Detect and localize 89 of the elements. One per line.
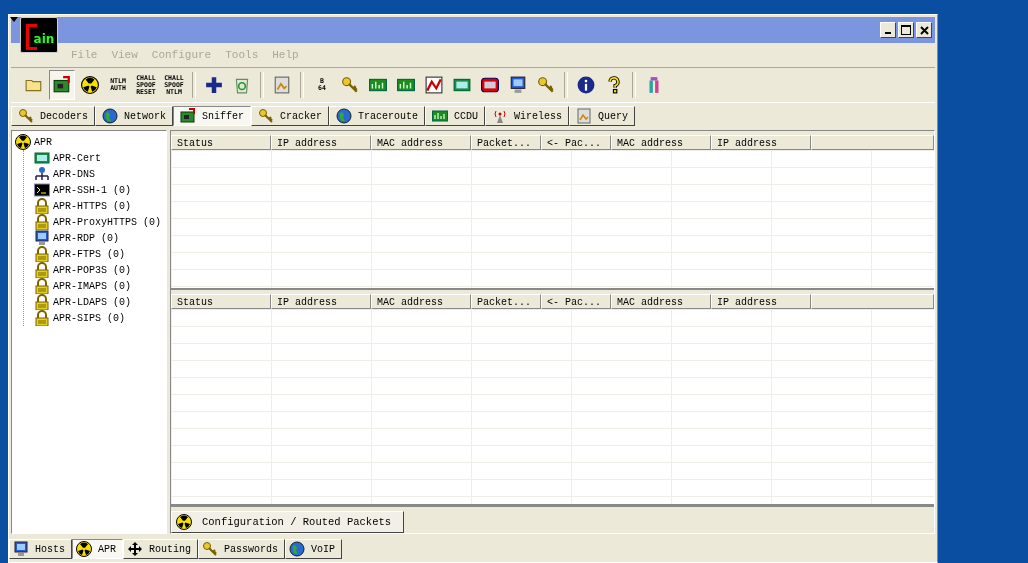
column-header[interactable]: <- Pac... — [541, 135, 611, 150]
meter-icon — [432, 108, 449, 124]
question-icon — [605, 76, 623, 94]
radiation-icon — [15, 134, 31, 150]
app-logo: ain — [20, 17, 58, 53]
radiation-icon — [81, 76, 99, 94]
toolbar-button[interactable] — [49, 70, 75, 100]
tree-item[interactable]: APR-IMAPS (0) — [53, 280, 131, 292]
tab[interactable]: Wireless — [485, 106, 570, 126]
move-arrows-icon — [127, 541, 144, 557]
chart-icon — [425, 76, 443, 94]
tab[interactable]: Sniffer — [173, 106, 252, 126]
maximize-button[interactable] — [898, 22, 914, 38]
key-icon — [258, 108, 275, 124]
column-header[interactable]: IP address — [271, 294, 371, 309]
tab[interactable]: CCDU — [425, 106, 486, 126]
radiation-icon — [76, 541, 92, 557]
radiation-icon — [176, 514, 192, 530]
maximize-icon — [901, 25, 911, 35]
column-header[interactable]: <- Pac... — [541, 294, 611, 309]
column-header[interactable]: Status — [171, 294, 271, 309]
tree-item[interactable]: APR-FTPS (0) — [53, 248, 125, 260]
tree-item[interactable]: APR-DNS — [53, 168, 95, 180]
screen-icon — [481, 76, 499, 94]
tree-item[interactable]: APR-LDAPS (0) — [53, 296, 131, 308]
column-header[interactable]: MAC address — [371, 135, 471, 150]
tree-item[interactable]: APR-POP3S (0) — [53, 264, 131, 276]
lock-icon — [34, 198, 50, 214]
tree-item[interactable]: APR-RDP (0) — [53, 232, 119, 244]
column-header[interactable]: IP address — [711, 135, 811, 150]
card-icon — [34, 150, 50, 166]
globe-icon — [336, 108, 353, 124]
lock-icon — [34, 278, 50, 294]
close-icon — [919, 25, 929, 35]
column-header[interactable]: Status — [171, 135, 271, 150]
column-header[interactable]: IP address — [711, 294, 811, 309]
column-header[interactable]: IP address — [271, 135, 371, 150]
card-icon — [453, 76, 471, 94]
lock-icon — [34, 310, 50, 326]
document-icon — [576, 108, 593, 124]
tree-item[interactable]: APR-HTTPS (0) — [53, 200, 131, 212]
circuit-board-icon — [53, 76, 71, 94]
info-icon — [577, 76, 595, 94]
column-header[interactable]: MAC address — [611, 135, 711, 150]
column-header[interactable]: Packet... — [471, 135, 541, 150]
tab[interactable]: Configuration / Routed Packets — [171, 511, 405, 533]
column-header[interactable]: MAC address — [611, 294, 711, 309]
lock-icon — [34, 294, 50, 310]
lock-icon — [34, 246, 50, 262]
tab[interactable]: Passwords — [198, 539, 286, 559]
antenna-icon — [492, 108, 509, 124]
column-header[interactable]: Packet... — [471, 294, 541, 309]
tree-item[interactable]: APR-SSH-1 (0) — [53, 184, 131, 196]
tab[interactable]: Decoders — [11, 106, 95, 126]
key-icon — [202, 541, 219, 557]
globe-icon — [102, 108, 118, 124]
tab[interactable]: APR — [72, 539, 124, 559]
meter-icon — [369, 76, 387, 94]
tab[interactable]: Traceroute — [329, 106, 426, 126]
circuit-board-icon — [180, 108, 197, 124]
monitor-icon — [509, 76, 527, 94]
tab[interactable]: Cracker — [251, 106, 330, 126]
plus-icon — [205, 76, 223, 94]
tab[interactable]: Network — [95, 106, 174, 126]
tab[interactable]: Query — [569, 106, 636, 126]
minimize-button[interactable] — [880, 22, 896, 38]
key-icon — [537, 76, 555, 94]
recycle-bin-icon — [233, 76, 251, 94]
monitor-icon — [13, 541, 29, 557]
terminal-icon — [34, 182, 50, 198]
globe-icon — [289, 541, 306, 557]
tree-item[interactable]: APR-Cert — [53, 152, 101, 164]
meter-icon — [397, 76, 415, 94]
tree-item[interactable]: APR — [34, 136, 52, 148]
lock-icon — [34, 214, 50, 230]
tab[interactable]: Hosts — [9, 539, 72, 559]
key-icon — [18, 108, 34, 124]
lock-icon — [34, 262, 50, 278]
document-icon — [273, 76, 291, 94]
tab[interactable]: VoIP — [285, 539, 343, 559]
close-button[interactable] — [916, 22, 932, 38]
monitor-icon — [34, 230, 50, 246]
key-icon — [341, 76, 359, 94]
window-menu-arrow-icon[interactable] — [10, 17, 18, 23]
tree-item[interactable]: APR-SIPS (0) — [53, 312, 125, 324]
network-icon — [34, 166, 50, 182]
tab[interactable]: Routing — [123, 539, 199, 559]
column-header[interactable]: MAC address — [371, 294, 471, 309]
tree-item[interactable]: APR-ProxyHTTPS (0) — [53, 216, 162, 228]
